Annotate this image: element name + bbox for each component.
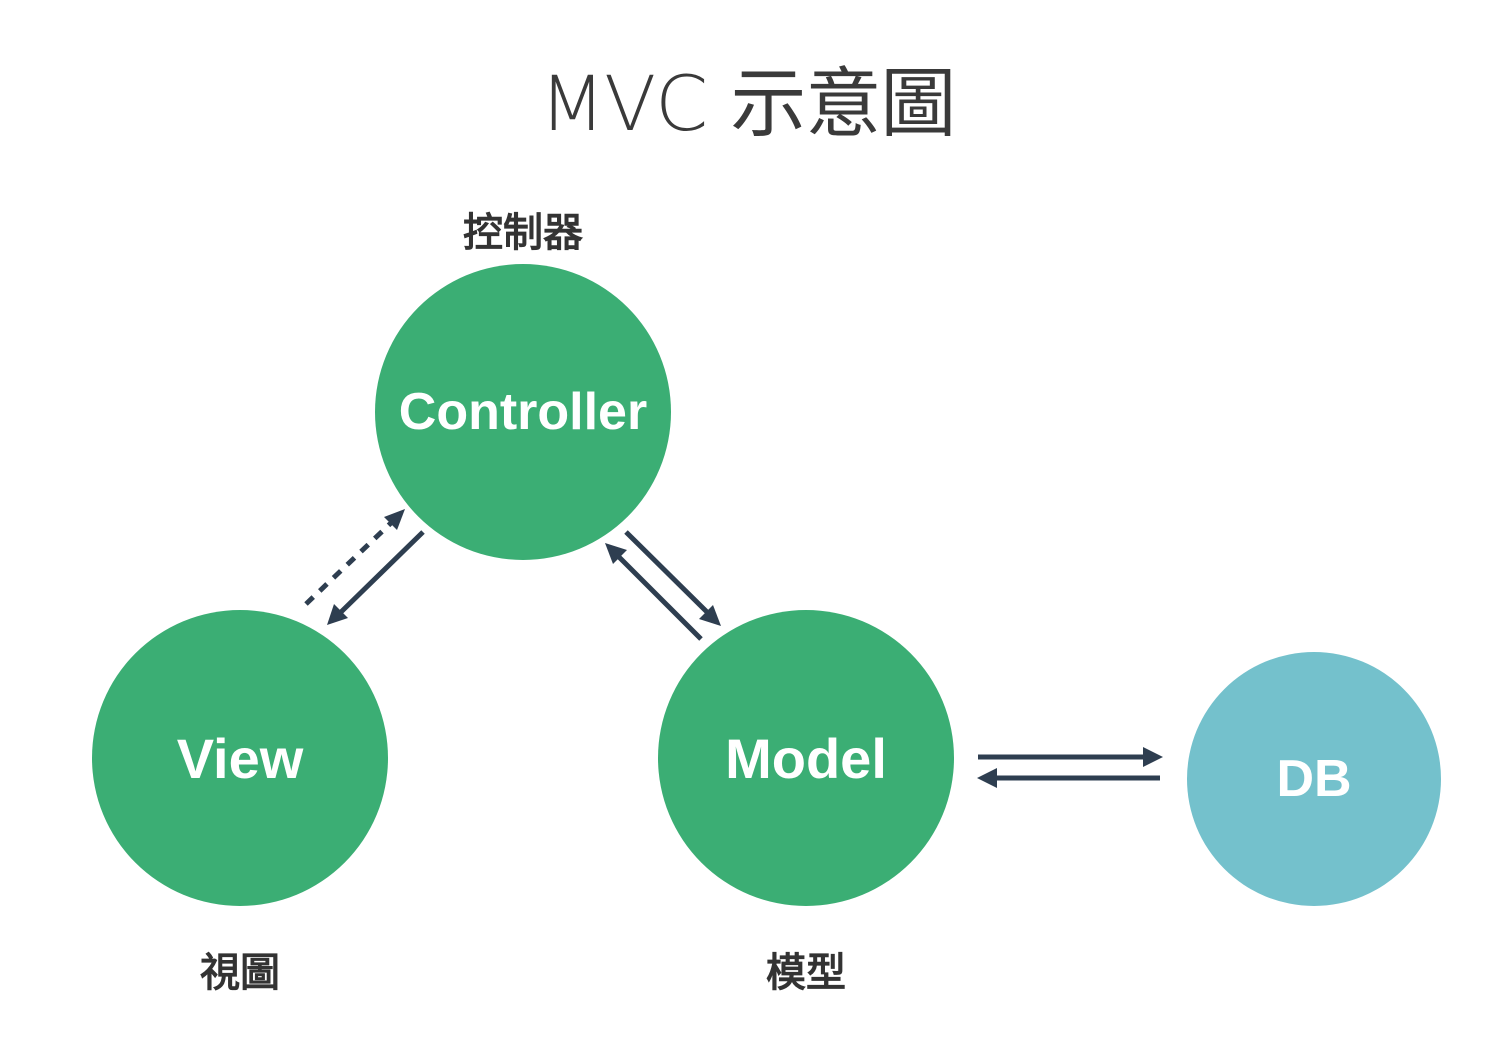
edge-model-to-db: [978, 747, 1163, 767]
edge-view-to-controller: [304, 509, 405, 606]
edge-controller-to-view: [327, 530, 425, 625]
arrows-layer: [304, 509, 1163, 788]
edge-db-to-model: [977, 768, 1160, 788]
